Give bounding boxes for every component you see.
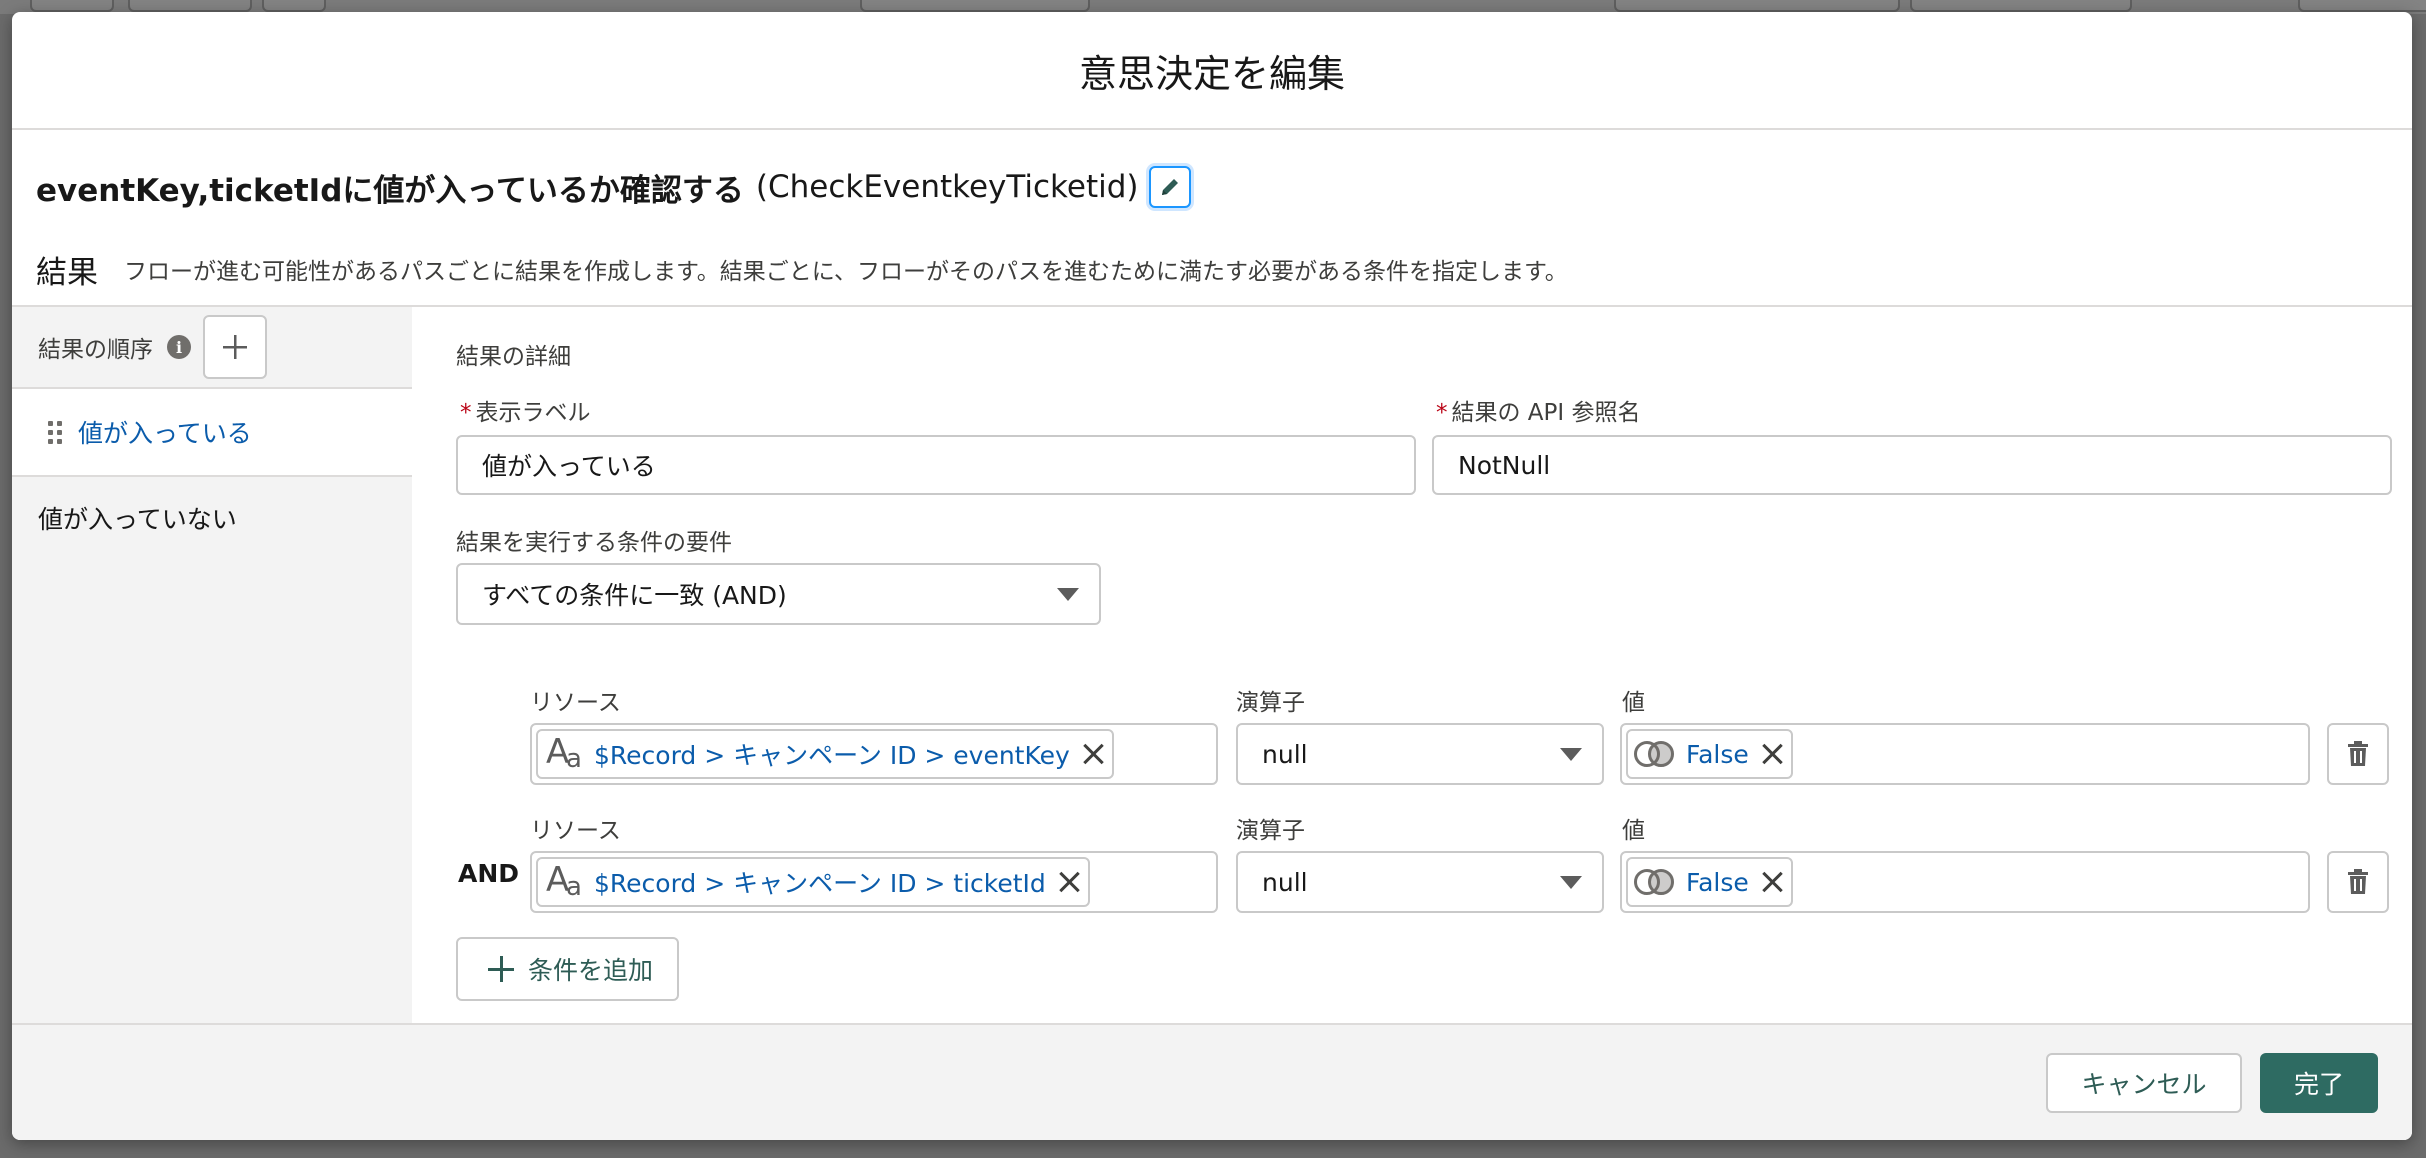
condition-requirement-value: すべての条件に一致 (AND) [482, 581, 787, 610]
value-field[interactable]: False [1620, 723, 2310, 785]
condition-requirement-select[interactable]: すべての条件に一致 (AND) [456, 563, 1101, 625]
chevron-down-icon [1560, 748, 1582, 761]
sidebar-item-outcome[interactable]: 値が入っていない [12, 475, 412, 561]
resource-caption: リソース [530, 818, 621, 844]
background-control [1614, 0, 1900, 12]
text-type-icon: Aa [546, 860, 582, 902]
api-name-input[interactable]: NotNull [1432, 435, 2392, 495]
sidebar-item-outcome[interactable]: 値が入っている [12, 389, 412, 477]
element-title-row: eventKey,ticketIdに値が入っているか確認する (CheckEve… [36, 162, 1191, 212]
resource-field[interactable]: Aa $Record > キャンペーン ID > ticketId [530, 851, 1218, 913]
value-pill[interactable]: False [1626, 857, 1793, 907]
value-pill-label: False [1686, 867, 1749, 897]
operator-select[interactable]: null [1236, 723, 1604, 785]
background-control [30, 0, 114, 12]
background-control [860, 0, 1090, 12]
outcomes-description: フローが進む可能性があるパスごとに結果を作成します。結果ごとに、フローがそのパス… [124, 259, 1568, 285]
chevron-down-icon [1560, 876, 1582, 889]
required-marker: * [460, 400, 472, 426]
outcomes-header: 結果 フローが進む可能性があるパスごとに結果を作成します。結果ごとに、フローがそ… [36, 244, 1568, 294]
required-marker: * [1436, 400, 1448, 426]
done-button[interactable]: 完了 [2260, 1053, 2378, 1113]
close-icon[interactable] [1082, 743, 1104, 765]
operator-caption: 演算子 [1236, 690, 1305, 716]
delete-condition-button[interactable] [2327, 851, 2389, 913]
close-icon[interactable] [1058, 871, 1080, 893]
resource-field[interactable]: Aa $Record > キャンペーン ID > eventKey [530, 723, 1218, 785]
element-api-name: (CheckEventkeyTicketid) [755, 169, 1139, 205]
api-name-caption: * 結果の API 参照名 [1436, 393, 1641, 427]
value-pill-label: False [1686, 739, 1749, 769]
element-label: eventKey,ticketIdに値が入っているか確認する [36, 172, 744, 209]
edit-element-button[interactable] [1148, 166, 1191, 208]
plus-icon [223, 335, 247, 359]
value-pill[interactable]: False [1626, 729, 1793, 779]
close-icon[interactable] [1761, 743, 1783, 765]
chevron-down-icon [1057, 588, 1079, 601]
modal-title: 意思決定を編集 [1078, 51, 1345, 96]
resource-pill[interactable]: Aa $Record > キャンペーン ID > ticketId [536, 857, 1090, 907]
outcomes-heading: 結果 [36, 254, 98, 291]
operator-select[interactable]: null [1236, 851, 1604, 913]
condition-requirement-caption: 結果を実行する条件の要件 [456, 530, 732, 556]
background-control [2298, 0, 2426, 12]
background-control [1910, 0, 2132, 12]
boolean-icon [1634, 866, 1676, 898]
background-control [128, 0, 252, 12]
operator-value: null [1262, 739, 1308, 769]
resource-pill-label: $Record > キャンペーン ID > ticketId [594, 869, 1046, 898]
drag-handle-icon[interactable] [48, 420, 62, 444]
modal-header: 意思決定を編集 [12, 12, 2412, 130]
cancel-button[interactable]: キャンセル [2046, 1053, 2242, 1113]
operator-value: null [1262, 867, 1308, 897]
modal-footer: キャンセル 完了 [12, 1023, 2412, 1140]
value-field[interactable]: False [1620, 851, 2310, 913]
logic-operator: AND [458, 859, 520, 888]
display-label-caption-text: 表示ラベル [475, 400, 591, 426]
operator-caption: 演算子 [1236, 818, 1305, 844]
resource-pill[interactable]: Aa $Record > キャンペーン ID > eventKey [536, 729, 1114, 779]
outcome-item-label: 値が入っていない [38, 505, 237, 534]
outcome-order-header: 結果の順序 i [12, 307, 412, 389]
outcome-details-pane: 結果の詳細 * 表示ラベル 値が入っている * 結果の API 参照名 NotNul… [412, 307, 2412, 1035]
display-label-input[interactable]: 値が入っている [456, 435, 1416, 495]
display-label-caption: * 表示ラベル [460, 393, 591, 427]
delete-condition-button[interactable] [2327, 723, 2389, 785]
trash-icon [2348, 741, 2368, 766]
text-type-icon: Aa [546, 732, 582, 774]
plus-icon [488, 956, 514, 982]
add-condition-button[interactable]: 条件を追加 [456, 937, 680, 1001]
pencil-icon [1161, 179, 1178, 195]
info-icon[interactable]: i [167, 335, 191, 359]
outcome-item-label: 値が入っている [78, 419, 252, 448]
outcome-order-sidebar: 結果の順序 i 値が入っている 値が入っていない [12, 307, 412, 1035]
add-outcome-button[interactable] [203, 315, 267, 379]
section-title: 結果の詳細 [456, 344, 571, 370]
api-name-caption-text: 結果の API 参照名 [1451, 400, 1641, 426]
add-condition-label: 条件を追加 [528, 956, 654, 985]
edit-decision-modal: 意思決定を編集 eventKey,ticketIdに値が入っているか確認する (… [12, 12, 2412, 1140]
value-caption: 値 [1622, 818, 1645, 844]
resource-caption: リソース [530, 690, 621, 716]
boolean-icon [1634, 738, 1676, 770]
value-caption: 値 [1622, 690, 1645, 716]
resource-pill-label: $Record > キャンペーン ID > eventKey [594, 741, 1070, 770]
outcome-order-label: 結果の順序 [38, 337, 153, 363]
close-icon[interactable] [1761, 871, 1783, 893]
background-control [262, 0, 326, 12]
trash-icon [2348, 869, 2368, 894]
